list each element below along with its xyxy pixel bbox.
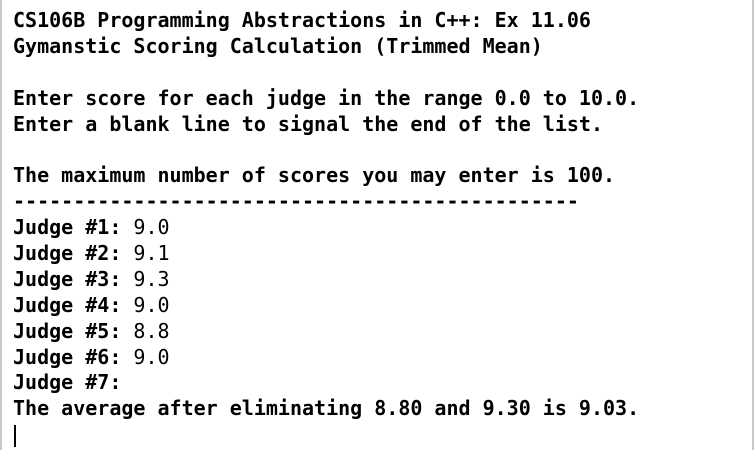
judge-entry: Judge #3: 9.3 [13, 267, 752, 293]
judge-label: Judge #2: [13, 241, 134, 266]
judge-label: Judge #7: [13, 370, 122, 395]
instruction-range: Enter score for each judge in the range … [13, 85, 640, 110]
judge-score: 9.0 [133, 215, 170, 240]
judge-entry: Judge #5: 8.8 [13, 319, 752, 345]
input-prompt-line[interactable] [13, 422, 752, 448]
judge-score: 9.0 [133, 292, 170, 317]
judge-entry: Judge #4: 9.0 [13, 293, 752, 319]
judge-entry: Judge #6: 9.0 [13, 345, 752, 371]
instruction-blank-line: Enter a blank line to signal the end of … [13, 111, 604, 136]
console-window[interactable]: CS106B Programming Abstractions in C++: … [0, 0, 754, 450]
judge-label: Judge #5: [13, 318, 134, 343]
judge-score: 9.0 [133, 344, 170, 369]
text-cursor [14, 424, 16, 447]
judge-label: Judge #1: [13, 215, 134, 240]
judge-label: Judge #6: [13, 344, 134, 369]
judge-score: 8.8 [133, 318, 170, 343]
program-subtitle: Gymanstic Scoring Calculation (Trimmed M… [13, 33, 543, 58]
judge-label: Judge #4: [13, 292, 134, 317]
judge-entry: Judge #7: [13, 370, 752, 396]
judge-score: 9.3 [133, 266, 170, 291]
judge-entry: Judge #2: 9.1 [13, 241, 752, 267]
result-line: The average after eliminating 8.80 and 9… [13, 396, 640, 421]
program-title: CS106B Programming Abstractions in C++: … [13, 8, 591, 32]
judge-label: Judge #3: [13, 266, 134, 291]
max-scores-note: The maximum number of scores you may ent… [13, 163, 616, 188]
judge-entry: Judge #1: 9.0 [13, 215, 752, 241]
judge-score: 9.1 [133, 241, 170, 266]
separator-line: ----------------------------------------… [13, 189, 579, 214]
